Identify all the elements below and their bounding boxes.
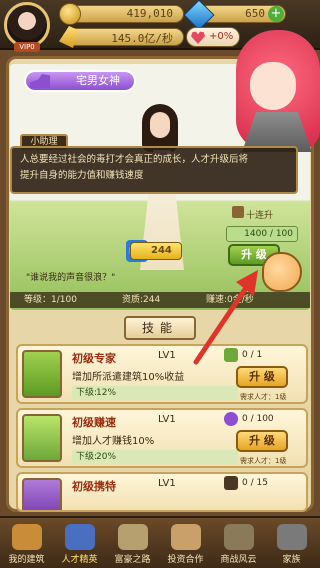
building-icon bbox=[12, 524, 42, 550]
handshake-icon bbox=[171, 524, 201, 550]
purple-skill-icon bbox=[22, 478, 62, 510]
character-quote: "谁说我的声音很浪？" bbox=[26, 273, 116, 283]
coin-value: 419,010 bbox=[126, 7, 173, 20]
cash-rate-value: 145.0亿/秒 bbox=[111, 32, 173, 45]
skill-requirement: 需求人才：1级 bbox=[240, 457, 287, 465]
nav-item-talent[interactable]: 人才精英 bbox=[53, 518, 106, 568]
skill-level: LV1 bbox=[158, 414, 176, 425]
star-skill-icon bbox=[22, 414, 62, 462]
guide-arrow-icon bbox=[193, 270, 258, 365]
purple-orb-icon bbox=[224, 412, 238, 426]
add-gem-button[interactable]: + bbox=[268, 6, 284, 22]
dialog-line-1: 人总要经过社会的毒打才会真正的成长，人才升级后将 bbox=[20, 154, 249, 165]
nav-item-investment[interactable]: 投资合作 bbox=[159, 518, 212, 568]
upgrade-progress: 1400 / 100 bbox=[226, 226, 298, 242]
nav-item-family[interactable]: 家族 bbox=[265, 518, 318, 568]
skill-level: LV1 bbox=[158, 478, 176, 489]
nav-item-rich-road[interactable]: 富豪之路 bbox=[106, 518, 159, 568]
skill-title: 初级专家 bbox=[72, 352, 116, 365]
talent-icon bbox=[65, 524, 95, 550]
heart-bonus[interactable]: +0% bbox=[186, 27, 240, 47]
family-icon bbox=[277, 524, 307, 550]
skill-description: 增加所派遣建筑10%收益 bbox=[72, 372, 185, 383]
skill-title: 初级赚速 bbox=[72, 416, 116, 429]
coin-counter: 419,010 bbox=[59, 3, 184, 25]
skill-count: 0 / 100 bbox=[242, 414, 274, 424]
skill-next-level: 下级: 12% bbox=[72, 386, 238, 400]
vip-badge: VIP0 bbox=[14, 42, 40, 52]
skill-requirement: 需求人才：1级 bbox=[240, 393, 287, 401]
skill-title: 初级携特 bbox=[72, 480, 116, 493]
coin-icon bbox=[59, 3, 81, 25]
skill-upgrade-button[interactable]: 升 级 bbox=[236, 430, 288, 452]
skill-count: 0 / 15 bbox=[242, 478, 268, 488]
assistant-dialog[interactable]: 人总要经过社会的毒打才会真正的成长，人才升级后将 提升自身的能力值和赚钱速度 bbox=[10, 146, 298, 194]
cash-icon bbox=[59, 26, 79, 48]
talent-level: 等级：1/100 bbox=[24, 295, 77, 305]
building-skill-icon bbox=[22, 350, 62, 398]
dialog-line-2: 提升自身的能力值和赚钱速度 bbox=[20, 170, 144, 181]
ten-upgrade-label: 十连升 bbox=[246, 211, 274, 221]
cash-rate-counter: 145.0亿/秒 bbox=[59, 26, 184, 48]
tap-hand-icon bbox=[262, 252, 302, 292]
ability-value: 244 bbox=[130, 242, 182, 260]
skill-description: 增加人才赚钱10% bbox=[72, 436, 155, 447]
trade-war-icon bbox=[224, 524, 254, 550]
chest-icon bbox=[224, 476, 238, 490]
heart-icon bbox=[191, 31, 205, 44]
gem-value: 650 bbox=[245, 7, 265, 20]
skill-card-special: 初级携特 LV1 0 / 15 bbox=[16, 472, 308, 512]
skill-level: LV1 bbox=[158, 350, 176, 361]
rich-road-icon bbox=[118, 524, 148, 550]
talent-character-face bbox=[150, 112, 170, 138]
bottom-navigation: 我的建筑 人才精英 富豪之路 投资合作 商战风云 家族 bbox=[0, 516, 320, 568]
skill-card-speed: 初级赚速 LV1 增加人才赚钱10% 下级: 20% 0 / 100 升 级 需… bbox=[16, 408, 308, 468]
ten-upgrade-checkbox-icon[interactable] bbox=[232, 206, 244, 218]
skills-tab[interactable]: 技能 bbox=[124, 316, 196, 340]
talent-qualification: 资质:244 bbox=[122, 295, 161, 305]
nav-item-trade-war[interactable]: 商战风云 bbox=[212, 518, 265, 568]
nav-item-buildings[interactable]: 我的建筑 bbox=[0, 518, 53, 568]
skill-upgrade-button[interactable]: 升 级 bbox=[236, 366, 288, 388]
assistant-character-face bbox=[250, 62, 296, 110]
heart-bonus-value: +0% bbox=[209, 31, 234, 42]
skill-next-level: 下级: 20% bbox=[72, 450, 238, 464]
